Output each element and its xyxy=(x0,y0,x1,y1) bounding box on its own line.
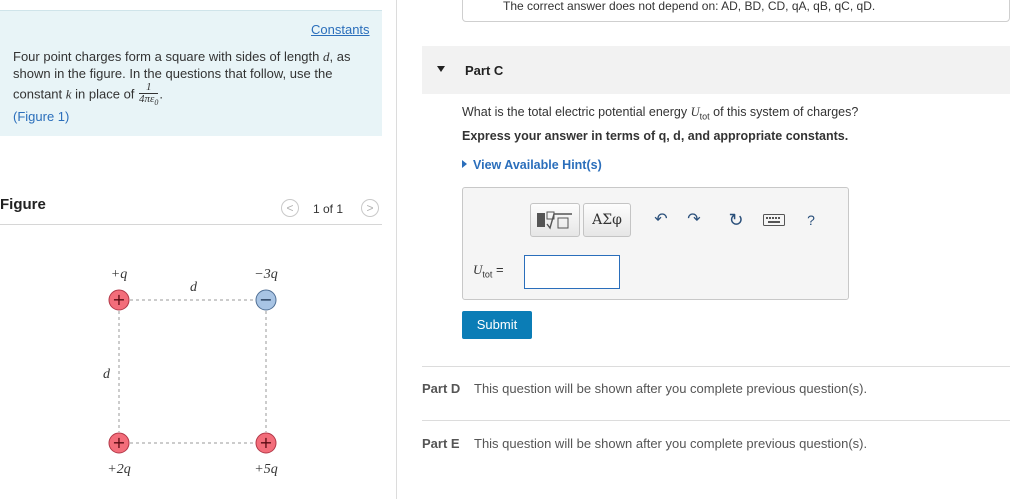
side-label-left: d xyxy=(103,367,111,382)
side-label-top: d xyxy=(190,280,198,295)
caret-down-icon[interactable] xyxy=(437,66,445,72)
part-c-header[interactable] xyxy=(422,46,1010,94)
charge-top-right: − −3q xyxy=(254,267,278,311)
undo-icon[interactable]: ↶ xyxy=(648,203,674,237)
problem-text-part: . xyxy=(159,86,164,102)
charge-bottom-right: + +5q xyxy=(254,432,278,477)
reset-icon[interactable]: ↻ xyxy=(723,203,749,237)
chevron-right-icon: > xyxy=(366,201,374,215)
part-e-message: This question will be shown after you co… xyxy=(474,436,868,451)
charge-label: +q xyxy=(111,267,127,282)
hints-label: View Available Hint(s) xyxy=(473,158,602,172)
coulomb-fraction: 1 4πε0 xyxy=(139,82,159,108)
equals-sign: = xyxy=(492,262,504,277)
figure-link[interactable]: (Figure 1) xyxy=(13,109,69,124)
variable-subscript: tot xyxy=(699,111,710,122)
math-toolbar: ΑΣφ ↶ ↷ ↻ ? xyxy=(530,203,830,237)
charge-label: +2q xyxy=(107,462,130,477)
help-icon[interactable]: ? xyxy=(798,203,824,237)
part-c-title[interactable]: Part C xyxy=(465,63,503,78)
templates-button[interactable] xyxy=(530,203,580,237)
greek-symbols-button[interactable]: ΑΣφ xyxy=(583,203,631,237)
templates-icon xyxy=(537,211,572,230)
part-e-divider xyxy=(422,420,1010,421)
previous-figure-button[interactable]: < xyxy=(281,199,299,217)
constants-link[interactable]: Constants xyxy=(311,22,370,37)
previous-answer-box: The correct answer does not depend on: A… xyxy=(462,0,1010,22)
answer-variable: U xyxy=(473,262,483,277)
charge-bottom-left: + +2q xyxy=(107,432,131,477)
keyboard-icon[interactable] xyxy=(759,203,789,237)
fraction-denominator-sub: 0 xyxy=(154,98,159,108)
figure-title: Figure xyxy=(0,196,46,213)
next-figure-button[interactable]: > xyxy=(361,199,379,217)
problem-statement: Four point charges form a square with si… xyxy=(13,48,368,108)
problem-text-part: Four point charges form a square with si… xyxy=(13,49,323,64)
view-hints-link[interactable]: View Available Hint(s) xyxy=(462,158,602,172)
fraction-denominator-text: 4πε xyxy=(139,93,155,105)
question-text-part: of this system of charges? xyxy=(709,105,859,119)
question-text-part: What is the total electric potential ene… xyxy=(462,105,691,119)
answer-input[interactable] xyxy=(524,255,620,289)
charge-label: +5q xyxy=(254,462,277,477)
caret-right-icon xyxy=(462,160,467,168)
chevron-left-icon: < xyxy=(286,201,294,215)
figure-divider xyxy=(0,224,382,225)
fraction-denominator: 4πε0 xyxy=(139,94,158,108)
keyboard-glyph xyxy=(763,213,785,226)
problem-text-part: in place of xyxy=(71,86,139,102)
answer-instruction: Express your answer in terms of q, d, an… xyxy=(462,129,849,143)
charge-sign: + xyxy=(112,290,125,309)
charge-sign: − xyxy=(259,290,272,309)
answer-label: Utot = xyxy=(473,262,504,280)
previous-answer-text: The correct answer does not depend on: A… xyxy=(503,0,876,13)
figure-page-count: 1 of 1 xyxy=(313,202,344,216)
part-c-question: What is the total electric potential ene… xyxy=(462,105,858,122)
charge-sign: + xyxy=(259,433,272,452)
part-e-label: Part E xyxy=(422,436,460,451)
redo-icon[interactable]: ↷ xyxy=(681,203,707,237)
charges-square-figure: d d + +q − −3q + +2q + +5q xyxy=(103,267,278,477)
charge-label: −3q xyxy=(254,267,277,282)
answer-variable-subscript: tot xyxy=(482,269,493,280)
variable-u: U xyxy=(690,105,700,119)
part-d-label: Part D xyxy=(422,381,461,396)
charge-top-left: + +q xyxy=(108,267,130,311)
submit-button[interactable]: Submit xyxy=(462,311,532,339)
part-d-message: This question will be shown after you co… xyxy=(474,381,868,396)
charge-sign: + xyxy=(112,433,125,452)
panel-separator xyxy=(396,0,397,499)
part-d-divider xyxy=(422,366,1010,367)
